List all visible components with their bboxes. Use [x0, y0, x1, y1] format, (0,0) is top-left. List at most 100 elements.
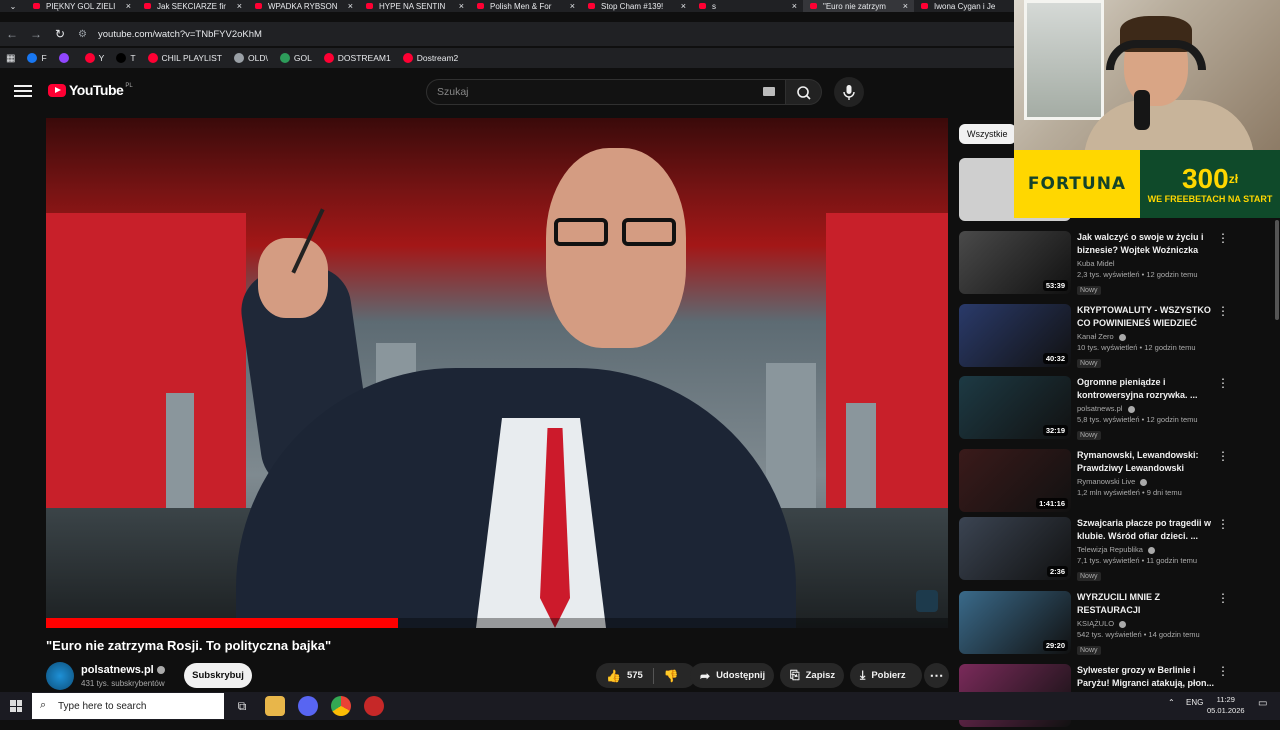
related-video-title: Ogromne pieniądze i kontrowersyjna rozry…: [1077, 377, 1198, 400]
dislike-icon[interactable]: 👎: [664, 669, 679, 683]
video-duration: 29:20: [1042, 640, 1068, 651]
video-progress-fill: [46, 618, 398, 628]
tab-favicon-icon: [144, 3, 151, 9]
obs-icon[interactable]: [364, 696, 384, 716]
bookmark-favicon-icon: [323, 53, 334, 63]
clock-time: 11:29: [1216, 695, 1235, 704]
related-video-item[interactable]: 53:39 Jak walczyć o swoje w życiu i bizne…: [959, 231, 1279, 297]
bookmark-favicon-icon: [402, 53, 413, 63]
taskbar-search-input[interactable]: ⌕ Type here to search: [32, 693, 224, 719]
browser-tab[interactable]: "Euro nie zatrzym ×: [803, 0, 914, 12]
presenter-head: [546, 148, 686, 348]
more-vertical-icon[interactable]: ⋮: [1217, 592, 1229, 604]
search-button[interactable]: [786, 79, 822, 105]
youtube-play-icon: [48, 83, 66, 97]
close-tab-icon[interactable]: ×: [792, 0, 797, 12]
more-vertical-icon[interactable]: ⋮: [1217, 232, 1229, 244]
related-channel-name: Rymanowski Live: [1077, 477, 1217, 486]
file-explorer-icon[interactable]: [265, 696, 285, 716]
video-info: Rymanowski, Lewandowski: Prawdziwy Lewan…: [1077, 449, 1217, 497]
menu-hamburger-icon[interactable]: [14, 82, 32, 100]
browser-tab[interactable]: WPADKA RYBSON ×: [248, 0, 359, 12]
bookmark-item[interactable]: OLD\: [234, 53, 268, 63]
share-icon: ➦: [700, 668, 711, 683]
browser-tab[interactable]: Stop Cham #139! ×: [581, 0, 692, 12]
video-info: Szwajcaria płacze po tragedii w klubie. …: [1077, 517, 1217, 583]
related-video-item[interactable]: 40:32 KRYPTOWALUTY - WSZYSTKO CO POWINIEN…: [959, 304, 1279, 370]
url-omnibox[interactable]: ⚙ youtube.com/watch?v=TNbFYV2oKhM: [78, 23, 978, 45]
related-video-item[interactable]: 29:20 WYRZUCILI MNIE Z RESTAURACJI KSIĄŻUL…: [959, 591, 1279, 657]
close-tab-icon[interactable]: ×: [237, 0, 242, 12]
bookmark-item[interactable]: F: [27, 53, 47, 63]
system-clock[interactable]: 11:29 05.01.2026: [1207, 694, 1245, 716]
channel-avatar[interactable]: [46, 662, 74, 690]
close-tab-icon[interactable]: ×: [126, 0, 131, 12]
forward-icon[interactable]: →: [24, 23, 48, 45]
related-video-item[interactable]: 2:36 Szwajcaria płacze po tragedii w klub…: [959, 517, 1279, 583]
save-button[interactable]: ⎘ Zapisz: [780, 663, 844, 688]
video-progress-bar[interactable]: [46, 618, 948, 628]
related-video-meta: 542 tys. wyświetleń • 14 godzin temu: [1077, 630, 1200, 639]
search-input[interactable]: Szukaj: [426, 79, 786, 105]
download-button[interactable]: ⤓ Pobierz: [850, 663, 922, 688]
filter-chip-all[interactable]: Wszystkie: [959, 124, 1016, 144]
keyboard-icon[interactable]: [763, 87, 775, 96]
tab-title: PIĘKNY GOL ZIELI: [46, 1, 116, 11]
tab-favicon-icon: [366, 3, 373, 9]
back-icon[interactable]: ←: [0, 23, 24, 45]
close-tab-icon[interactable]: ×: [459, 0, 464, 12]
bookmark-item[interactable]: Y: [84, 53, 104, 63]
bookmark-item[interactable]: [58, 53, 73, 63]
sidebar-scrollbar[interactable]: [1275, 220, 1279, 320]
more-vertical-icon[interactable]: ⋮: [1217, 450, 1229, 462]
apps-grid-icon[interactable]: ▦: [6, 53, 15, 64]
bookmark-item[interactable]: GOL: [279, 53, 312, 63]
headphones-icon: [1106, 40, 1206, 70]
more-vertical-icon[interactable]: ⋮: [1217, 377, 1229, 389]
like-count[interactable]: 575: [627, 670, 643, 681]
chrome-icon[interactable]: [331, 696, 351, 716]
browser-tab[interactable]: Polish Men & For ×: [470, 0, 581, 12]
related-video-item[interactable]: 32:19 Ogromne pieniądze i kontrowersyjna …: [959, 376, 1279, 442]
task-view-icon[interactable]: ⧉: [232, 696, 252, 716]
browser-tab[interactable]: HYPE NA SENTIN ×: [359, 0, 470, 12]
bookmark-item[interactable]: T: [116, 53, 136, 63]
bookmark-item[interactable]: DOSTREAM1: [323, 53, 391, 63]
browser-tab[interactable]: Jak SEKCIARZE fir ×: [137, 0, 248, 12]
close-tab-icon[interactable]: ×: [903, 0, 908, 12]
bookmark-label: OLD\: [248, 53, 268, 63]
close-tab-icon[interactable]: ×: [570, 0, 575, 12]
subscribe-button[interactable]: Subskrybuj: [184, 663, 252, 688]
search-icon: ⌕: [40, 699, 47, 711]
related-channel-name: Kuba Midel: [1077, 259, 1217, 268]
close-tab-icon[interactable]: ×: [681, 0, 686, 12]
share-button[interactable]: ➦ Udostępnij: [690, 663, 774, 688]
more-vertical-icon[interactable]: ⋮: [1217, 518, 1229, 530]
tab-search-icon[interactable]: ⌄: [0, 0, 26, 12]
browser-tab[interactable]: Iwona Cygan i Je×: [914, 0, 1025, 12]
bookmark-item[interactable]: CHIL PLAYLIST: [147, 53, 222, 63]
channel-name[interactable]: polsatnews.pl: [81, 664, 165, 676]
browser-tab[interactable]: PIĘKNY GOL ZIELI ×: [26, 0, 137, 12]
voice-search-button[interactable]: [834, 77, 864, 107]
discord-icon[interactable]: [298, 696, 318, 716]
close-tab-icon[interactable]: ×: [348, 0, 353, 12]
browser-tab[interactable]: s ×: [692, 0, 803, 12]
channel-watermark[interactable]: [916, 590, 938, 612]
more-actions-button[interactable]: ⋯: [924, 663, 949, 688]
tray-overflow-icon[interactable]: ⌃: [1168, 698, 1175, 707]
video-thumbnail: 2:36: [959, 517, 1071, 580]
reload-icon[interactable]: ↻: [48, 23, 72, 45]
more-vertical-icon[interactable]: ⋮: [1217, 305, 1229, 317]
video-player[interactable]: [46, 118, 948, 628]
windows-start-icon[interactable]: [10, 700, 22, 712]
language-indicator[interactable]: ENG: [1186, 698, 1203, 707]
new-badge: Nowy: [1077, 572, 1101, 581]
like-icon[interactable]: 👍: [606, 669, 621, 683]
bookmark-item[interactable]: Dostream2: [402, 53, 458, 63]
youtube-logo[interactable]: YouTube PL: [48, 82, 133, 98]
more-vertical-icon[interactable]: ⋮: [1217, 665, 1229, 677]
site-info-icon[interactable]: ⚙: [78, 29, 92, 40]
related-video-item[interactable]: 1:41:16 Rymanowski, Lewandowski: Prawdziw…: [959, 449, 1279, 515]
notification-icon[interactable]: ▭: [1258, 698, 1267, 709]
